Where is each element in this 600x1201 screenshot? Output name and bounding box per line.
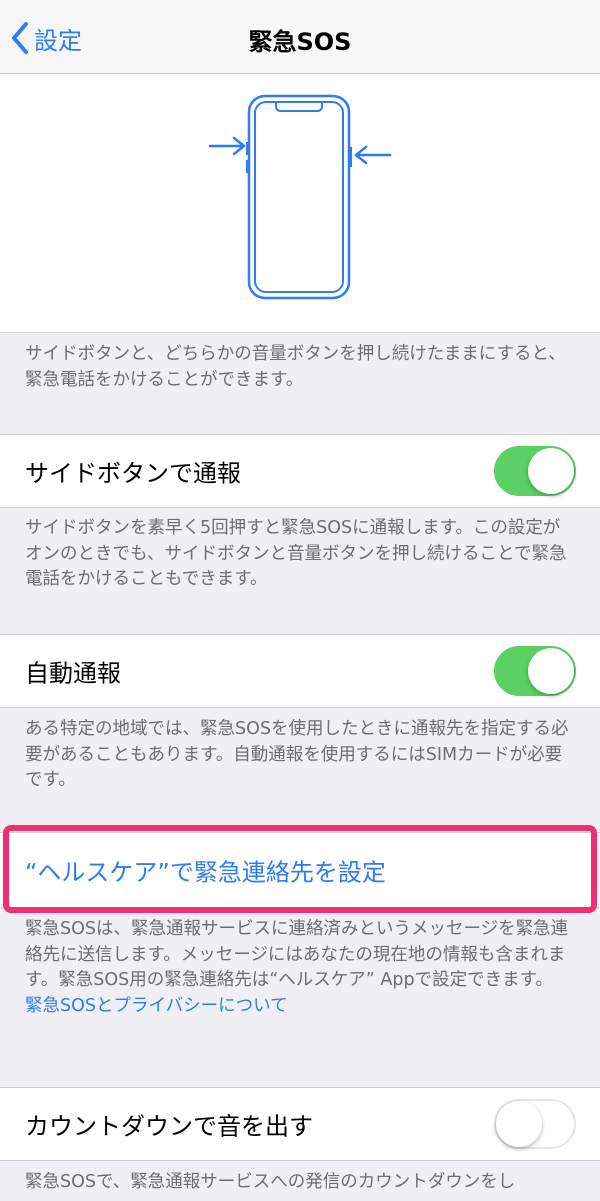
side-button-illustration xyxy=(0,74,600,333)
countdown-sound-label: カウントダウンで音を出す xyxy=(25,1112,313,1141)
countdown-sound-toggle[interactable] xyxy=(494,1099,576,1149)
auto-call-label: 自動通報 xyxy=(25,659,121,688)
page-title: 緊急SOS xyxy=(248,28,352,56)
auto-call-toggle[interactable] xyxy=(494,646,576,696)
call-with-side-button-toggle[interactable] xyxy=(494,446,576,496)
auto-call-note: ある特定の地域では、緊急SOSを使用したときに通報先を指定する必要があることもあ… xyxy=(25,719,569,790)
call-with-side-button-note: サイドボタンを素早く5回押すと緊急SOSに通報します。この設定がオンのときでも、… xyxy=(25,518,567,589)
toggle-knob xyxy=(528,648,574,694)
call-with-side-button-row[interactable]: サイドボタンで通報 xyxy=(0,434,600,508)
navigation-bar: 設定 緊急SOS xyxy=(0,0,600,74)
health-contacts-note: 緊急SOSは、緊急通報サービスに連絡済みというメッセージを緊急連絡先に送信します… xyxy=(25,917,577,1019)
toggle-knob xyxy=(496,1101,542,1147)
arrow-left-icon xyxy=(354,145,392,165)
privacy-link[interactable]: 緊急SOSとプライバシーについて xyxy=(25,994,577,1020)
call-with-side-button-label: サイドボタンで通報 xyxy=(25,459,241,488)
toggle-knob xyxy=(528,448,574,494)
auto-call-row[interactable]: 自動通報 xyxy=(0,634,600,708)
intro-note: サイドボタンと、どちらかの音量ボタンを押し続けたままにすると、緊急電話をかけるこ… xyxy=(25,344,566,390)
phone-outline-icon xyxy=(246,94,352,300)
health-emergency-contacts-link[interactable]: “ヘルスケア”で緊急連絡先を設定 xyxy=(25,853,386,888)
health-contacts-note-text: 緊急SOSは、緊急通報サービスに連絡済みというメッセージを緊急連絡先に送信します… xyxy=(25,919,569,990)
countdown-sound-row[interactable]: カウントダウンで音を出す xyxy=(0,1087,600,1161)
countdown-sound-note: 緊急SOSで、緊急通報サービスへの発信のカウントダウンをし xyxy=(25,1172,516,1192)
arrow-right-icon xyxy=(208,136,246,156)
health-emergency-contacts-row[interactable]: “ヘルスケア”で緊急連絡先を設定 xyxy=(0,832,600,908)
